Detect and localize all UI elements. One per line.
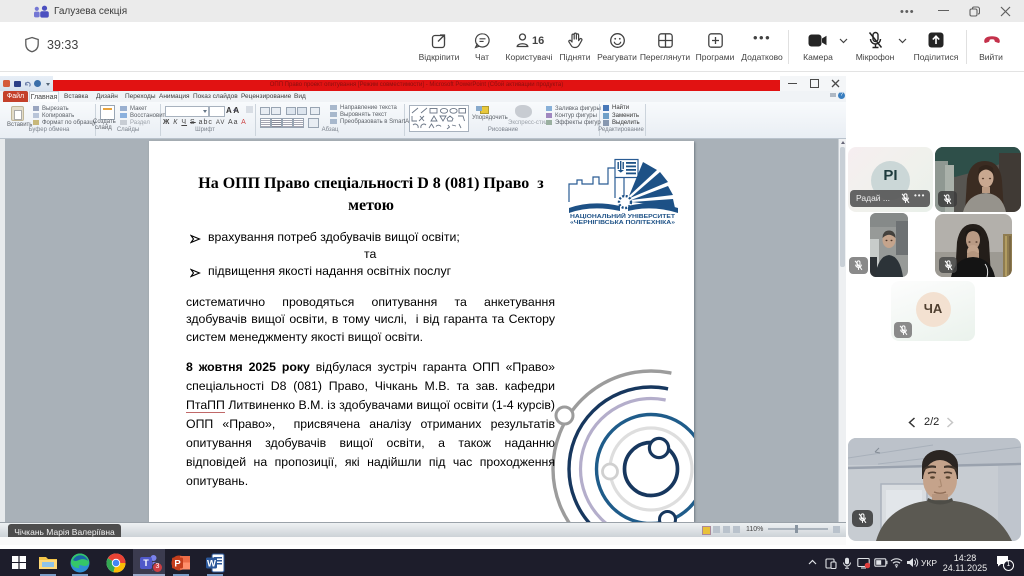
svg-text:T: T <box>143 558 149 568</box>
svg-text:P: P <box>174 559 181 570</box>
svg-text:W: W <box>207 559 216 570</box>
svg-text:«ЧЕРНІГІВСЬКА ПОЛІТЕХНІКА»: «ЧЕРНІГІВСЬКА ПОЛІТЕХНІКА» <box>570 220 676 224</box>
svg-text:НАЦІОНАЛЬНИЙ УНІВЕРСИТЕТ: НАЦІОНАЛЬНИЙ УНІВЕРСИТЕТ <box>570 212 675 220</box>
